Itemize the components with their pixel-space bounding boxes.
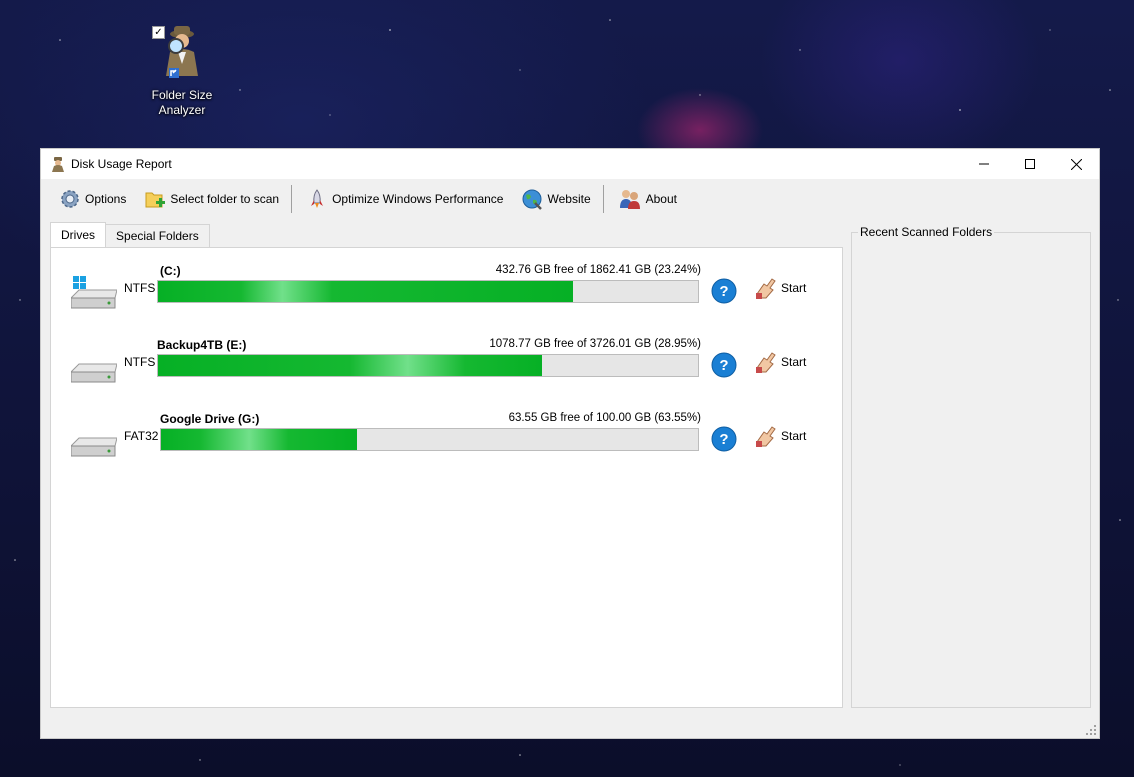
window-title: Disk Usage Report <box>71 157 172 171</box>
shortcut-label: Folder Size Analyzer <box>151 88 213 117</box>
drive-name: Backup4TB (E:) <box>157 338 247 352</box>
globe-icon <box>522 189 543 210</box>
pointing-hand-icon <box>756 426 776 447</box>
rocket-icon <box>311 189 324 208</box>
recent-scanned-folders-panel: Recent Scanned Folders <box>851 225 1091 708</box>
app-icon <box>52 157 64 172</box>
gear-icon <box>61 190 79 208</box>
help-icon: ? <box>719 431 728 448</box>
hard-drive-icon <box>71 363 117 383</box>
usage-bar-fill <box>158 281 573 302</box>
about-button[interactable]: About <box>612 184 683 214</box>
drive-free-text: 1078.77 GB free of 3726.01 GB (28.95%) <box>489 338 701 350</box>
drive-name: Google Drive (G:) <box>160 412 260 426</box>
pointing-hand-icon <box>756 278 776 299</box>
drive-free-text: 63.55 GB free of 100.00 GB (63.55%) <box>508 412 701 424</box>
usage-bar <box>157 280 699 303</box>
drive-row: FAT32 Google Drive (G:) 63.55 GB free of… <box>51 412 844 472</box>
pointing-hand-icon <box>756 352 776 373</box>
filesystem-label: NTFS <box>124 281 156 295</box>
select-folder-button[interactable]: Select folder to scan <box>138 184 285 214</box>
toolbar-separator <box>291 185 293 213</box>
usage-bar <box>157 354 699 377</box>
tab-drives[interactable]: Drives <box>50 222 107 247</box>
hard-drive-icon <box>71 437 117 457</box>
start-scan-button[interactable]: Start <box>754 276 806 300</box>
minimize-icon <box>979 163 989 165</box>
help-button[interactable]: ? <box>711 352 737 378</box>
toolbar-separator <box>602 185 604 213</box>
optimize-button[interactable]: Optimize Windows Performance <box>300 184 509 214</box>
filesystem-label: NTFS <box>124 355 156 369</box>
recent-scanned-folders-title: Recent Scanned Folders <box>858 225 995 239</box>
start-scan-button[interactable]: Start <box>754 424 806 448</box>
windows-drive-icon <box>71 276 117 309</box>
drives-panel: NTFS (C:) 432.76 GB free of 1862.41 GB (… <box>50 247 843 708</box>
add-folder-icon <box>145 192 166 208</box>
maximize-button[interactable] <box>1007 149 1053 179</box>
resize-grip-icon[interactable] <box>1086 725 1096 735</box>
desktop-shortcut-folder-size-analyzer[interactable]: ✓ Folder Size Analyzer <box>142 24 222 118</box>
usage-bar <box>160 428 699 451</box>
usage-bar-fill <box>158 355 542 376</box>
title-bar[interactable]: Disk Usage Report <box>41 149 1099 179</box>
tab-strip: Drives Special Folders <box>50 222 210 247</box>
users-icon <box>619 190 640 209</box>
start-scan-button[interactable]: Start <box>754 350 806 374</box>
maximize-icon <box>1025 159 1035 169</box>
filesystem-label: FAT32 <box>124 429 159 443</box>
help-button[interactable]: ? <box>711 278 737 304</box>
minimize-button[interactable] <box>961 149 1007 179</box>
detective-icon <box>158 24 206 78</box>
close-icon <box>1070 158 1082 170</box>
drive-free-text: 432.76 GB free of 1862.41 GB (23.24%) <box>495 264 701 276</box>
drive-name: (C:) <box>160 264 181 278</box>
disk-usage-report-window: Disk Usage Report Options Select folder … <box>40 148 1100 739</box>
drive-row: NTFS Backup4TB (E:) 1078.77 GB free of 3… <box>51 338 844 398</box>
help-button[interactable]: ? <box>711 426 737 452</box>
help-icon: ? <box>719 357 728 374</box>
options-button[interactable]: Options <box>53 184 132 214</box>
tab-special-folders[interactable]: Special Folders <box>105 224 210 247</box>
usage-bar-fill <box>161 429 357 450</box>
website-button[interactable]: Website <box>515 184 596 214</box>
toolbar: Options Select folder to scan Optimize W… <box>41 179 1099 219</box>
close-button[interactable] <box>1053 149 1099 179</box>
drive-row: NTFS (C:) 432.76 GB free of 1862.41 GB (… <box>51 264 844 324</box>
help-icon: ? <box>719 283 728 300</box>
